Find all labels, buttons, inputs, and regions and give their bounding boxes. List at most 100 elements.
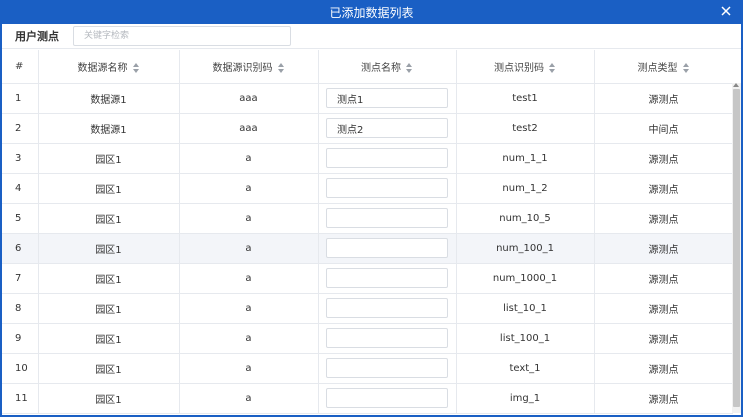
source-name-cell: 园区1 [38,263,180,294]
sort-icon[interactable] [277,62,285,73]
point-type-cell: 源测点 [594,293,733,324]
data-table: # 数据源名称 数据源识别码 测点名称 测点识别码 测点类型 1数据源1aaat… [2,50,733,414]
source-name-cell: 数据源1 [38,83,180,114]
table-row[interactable]: 8 园区1 a list_10_1 源测点 [2,293,733,324]
source-code-cell: a [179,233,319,264]
row-index: 1 [2,83,39,114]
point-name-input[interactable] [326,268,448,288]
point-name-cell [318,83,457,114]
point-name-cell [318,143,457,174]
dialog-title: 已添加数据列表 [329,5,414,20]
close-icon[interactable] [719,4,733,18]
data-list-dialog: 已添加数据列表 用户测点 # 数据源名称 数据源识别码 [0,0,743,417]
table-row[interactable]: 6 园区1 a num_100_1 源测点 [2,233,733,264]
table-row[interactable]: 4 园区1 a num_1_2 源测点 [2,173,733,204]
point-name-input[interactable] [326,148,448,168]
column-header-point-type[interactable]: 测点类型 [594,50,733,84]
point-name-input[interactable] [326,178,448,198]
table-body: 1数据源1aaatest1源测点2数据源1aaatest2中间点3园区1anum… [2,83,733,414]
source-code-cell: a [179,173,319,204]
point-type-cell: 源测点 [594,263,733,294]
source-name-cell: 园区1 [38,203,180,234]
row-index: 4 [2,173,39,204]
point-type-cell: 中间点 [594,113,733,144]
column-header-index: # [2,50,39,84]
table-row[interactable]: 11 园区1 a img_1 源测点 [2,383,733,414]
source-name-cell: 园区1 [38,173,180,204]
point-name-input[interactable] [326,388,448,408]
source-code-cell: a [179,203,319,234]
point-name-cell [318,293,457,324]
dialog-titlebar: 已添加数据列表 [2,0,741,24]
row-index: 6 [2,233,39,264]
column-header-point-name[interactable]: 测点名称 [318,50,457,84]
point-name-cell [318,173,457,204]
source-code-cell: aaa [179,113,319,144]
source-name-cell: 园区1 [38,293,180,324]
point-code-cell: num_1_1 [456,143,595,174]
point-name-input[interactable] [326,298,448,318]
point-code-cell: num_1_2 [456,173,595,204]
scrollbar-thumb[interactable] [733,89,740,407]
table-row[interactable]: 9 园区1 a list_100_1 源测点 [2,323,733,354]
table-header-row: # 数据源名称 数据源识别码 测点名称 测点识别码 测点类型 [2,50,733,84]
column-header-point-code[interactable]: 测点识别码 [456,50,595,84]
point-name-cell [318,383,457,414]
point-name-cell [318,113,457,144]
source-code-cell: a [179,323,319,354]
table-row[interactable]: 3 园区1 a num_1_1 源测点 [2,143,733,174]
source-name-cell: 数据源1 [38,113,180,144]
row-index: 2 [2,113,39,144]
point-name-input[interactable] [326,238,448,258]
point-code-cell: img_1 [456,383,595,414]
sort-icon[interactable] [682,62,690,73]
source-name-cell: 园区1 [38,383,180,414]
point-name-input[interactable] [326,328,448,348]
source-code-cell: a [179,143,319,174]
table-row[interactable]: 1数据源1aaa test1源测点 [2,83,733,114]
sort-icon[interactable] [549,62,556,73]
table-row[interactable]: 5 园区1 a num_10_5 源测点 [2,203,733,234]
point-type-cell: 源测点 [594,383,733,414]
point-type-cell: 源测点 [594,353,733,384]
point-code-cell: test1 [456,83,595,114]
source-code-cell: a [179,353,319,384]
column-header-source-name[interactable]: 数据源名称 [38,50,180,84]
row-index: 5 [2,203,39,234]
point-name-cell [318,353,457,384]
source-code-cell: aaa [179,83,319,114]
data-table-container: # 数据源名称 数据源识别码 测点名称 测点识别码 测点类型 1数据源1aaat… [2,50,733,415]
point-name-input[interactable] [326,208,448,228]
table-row[interactable]: 10 园区1 a text_1 源测点 [2,353,733,384]
row-index: 11 [2,383,39,414]
keyword-search-input[interactable] [73,26,291,46]
point-name-input[interactable] [326,88,448,108]
source-code-cell: a [179,263,319,294]
point-name-cell [318,203,457,234]
source-name-cell: 园区1 [38,233,180,264]
column-header-source-code[interactable]: 数据源识别码 [179,50,319,84]
point-name-input[interactable] [326,358,448,378]
sort-icon[interactable] [132,62,140,73]
row-index: 10 [2,353,39,384]
point-code-cell: list_10_1 [456,293,595,324]
point-name-cell [318,233,457,264]
source-code-cell: a [179,293,319,324]
row-index: 7 [2,263,39,294]
sort-icon[interactable] [406,62,413,73]
source-name-cell: 园区1 [38,323,180,354]
row-index: 9 [2,323,39,354]
point-type-cell: 源测点 [594,233,733,264]
table-row[interactable]: 7 园区1 a num_1000_1 源测点 [2,263,733,294]
point-name-input[interactable] [326,118,448,138]
point-code-cell: list_100_1 [456,323,595,354]
row-index: 8 [2,293,39,324]
point-code-cell: test2 [456,113,595,144]
table-row[interactable]: 2数据源1aaa test2中间点 [2,113,733,144]
point-code-cell: text_1 [456,353,595,384]
vertical-scrollbar[interactable] [732,83,741,413]
point-code-cell: num_10_5 [456,203,595,234]
point-name-cell [318,323,457,354]
scroll-up-icon[interactable] [733,83,739,87]
user-points-label: 用户测点 [15,30,59,43]
